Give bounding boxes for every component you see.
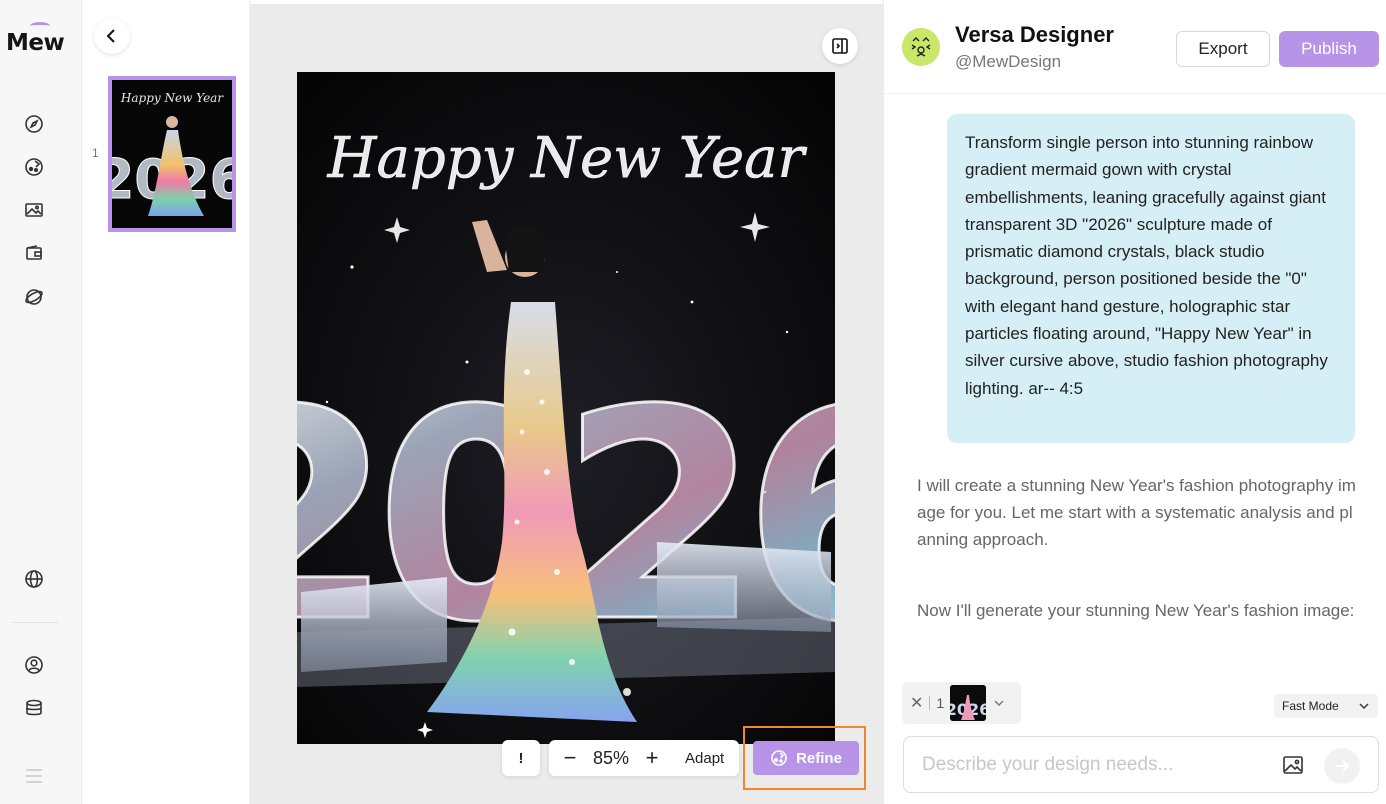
- thumbnail-index: 1: [92, 146, 99, 160]
- close-icon[interactable]: ✕: [910, 693, 923, 713]
- database-icon[interactable]: [24, 698, 44, 718]
- back-button[interactable]: [94, 18, 130, 54]
- arrow-right-icon: [1336, 760, 1350, 772]
- refine-button[interactable]: Refine: [753, 741, 859, 775]
- zoom-out-button[interactable]: −: [559, 747, 581, 769]
- message-input[interactable]: [922, 749, 1262, 781]
- chat-panel: Versa Designer @MewDesign Export Publish…: [883, 0, 1386, 804]
- thumbnail-headline: Happy New Year: [120, 91, 224, 105]
- publish-button[interactable]: Publish: [1279, 31, 1379, 67]
- refine-highlight: Refine: [743, 726, 866, 790]
- left-rail: Mew: [0, 0, 82, 804]
- logo-swoosh: [30, 22, 50, 30]
- globe-icon[interactable]: [24, 569, 44, 589]
- assistant-message: Now I'll generate your stunning New Year…: [917, 601, 1355, 620]
- agent-handle: @MewDesign: [955, 52, 1062, 71]
- chevron-down-icon[interactable]: [992, 696, 1006, 710]
- chat-header: Versa Designer @MewDesign Export Publish: [884, 0, 1386, 94]
- user-message: Transform single person into stunning ra…: [947, 114, 1355, 443]
- agent-name: Versa Designer: [955, 22, 1114, 47]
- attachment-thumbnail: 2026: [950, 685, 987, 721]
- image-upload-icon[interactable]: [1282, 754, 1304, 776]
- app-logo[interactable]: Mew: [6, 22, 65, 56]
- chevron-left-icon: [106, 29, 115, 43]
- info-label: !: [518, 749, 524, 767]
- attachment-count: 1: [936, 695, 945, 711]
- zoom-in-button[interactable]: +: [641, 747, 663, 769]
- palette-icon[interactable]: [24, 157, 44, 177]
- generated-image[interactable]: Happy New Year 2026: [297, 72, 835, 744]
- thumbnail-item[interactable]: Happy New Year 2026: [96, 76, 248, 232]
- sidebar-collapse-icon: [832, 38, 848, 54]
- chevron-down-icon: [1359, 703, 1369, 709]
- canvas-area: Happy New Year 2026: [250, 4, 883, 804]
- palette-icon: [771, 750, 787, 766]
- compass-icon[interactable]: [24, 114, 44, 134]
- gallery-icon[interactable]: [24, 200, 44, 220]
- wallet-icon[interactable]: [24, 243, 44, 263]
- logo-text: Mew: [6, 30, 65, 56]
- export-button[interactable]: Export: [1176, 31, 1270, 67]
- chip-divider: [929, 696, 931, 710]
- assistant-message: I will create a stunning New Year's fash…: [917, 476, 1356, 549]
- adapt-button[interactable]: Adapt: [685, 750, 724, 767]
- thumbnail-panel: 1 Happy New Year 2026: [82, 0, 250, 804]
- planet-icon[interactable]: [24, 287, 44, 307]
- info-button[interactable]: !: [502, 740, 540, 776]
- message-input-box: [903, 736, 1379, 793]
- rail-divider: [12, 622, 58, 623]
- attachment-chip[interactable]: ✕ 1 2026: [902, 682, 1021, 724]
- mode-label: Fast Mode: [1282, 699, 1339, 713]
- mode-select[interactable]: Fast Mode: [1274, 694, 1378, 718]
- refine-label: Refine: [796, 749, 842, 767]
- menu-icon[interactable]: [24, 766, 44, 786]
- panel-toggle-button[interactable]: [822, 28, 858, 64]
- agent-avatar: [902, 28, 940, 66]
- zoom-value: 85%: [592, 747, 630, 768]
- thumbnail-image: Happy New Year 2026: [96, 80, 248, 228]
- zoom-controls: − 85% + Adapt: [549, 740, 739, 776]
- artwork-headline: Happy New Year: [327, 126, 808, 191]
- send-button[interactable]: [1324, 748, 1360, 784]
- user-icon[interactable]: [24, 655, 44, 675]
